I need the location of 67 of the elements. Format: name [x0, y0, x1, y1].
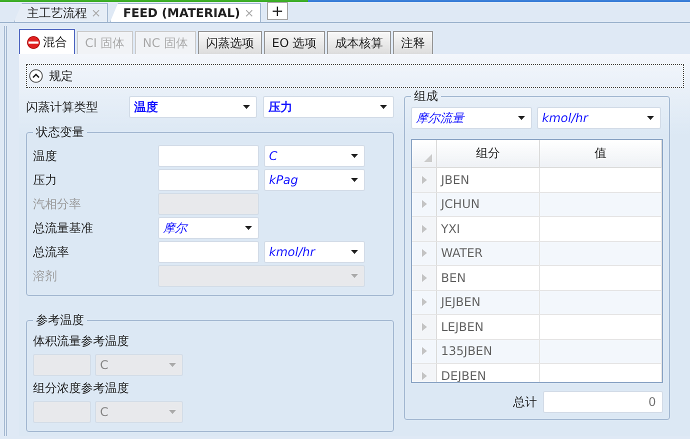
column-header: 值 [540, 140, 662, 168]
group-title: 状态变量 [35, 124, 85, 141]
input-field[interactable] [158, 241, 259, 263]
caret-icon [169, 363, 176, 367]
caret-icon [518, 116, 525, 120]
table-cell[interactable] [540, 242, 662, 266]
table-cell[interactable] [540, 340, 662, 364]
table-cell: DEJBEN [437, 364, 540, 382]
dropdown[interactable]: kPag [264, 169, 365, 191]
column-header: 组分 [437, 140, 540, 168]
dropdown[interactable]: kmol/hr [537, 107, 661, 129]
field-label: 总计 [513, 394, 537, 410]
row-arrow-icon[interactable] [422, 322, 426, 331]
add-tab-button[interactable]: + [267, 2, 288, 20]
field-label: 汽相分率 [33, 196, 82, 212]
tab[interactable]: EO 选项 [264, 31, 325, 54]
document-tab[interactable]: FEED (MATERIAL) × [110, 3, 262, 22]
row-arrow-icon[interactable] [422, 249, 426, 258]
caret-icon [245, 226, 252, 230]
group-title: 组成 [413, 88, 439, 105]
table-cell: JCHUN [437, 192, 540, 217]
caret-icon [351, 178, 358, 182]
field-label: 体积流量参考温度 [33, 333, 130, 350]
document-tab[interactable]: 主工艺流程 × [14, 3, 108, 22]
tab[interactable]: 注释 [392, 31, 433, 54]
field-label: 组分浓度参考温度 [33, 380, 130, 397]
table-cell: 135JBEN [437, 340, 540, 364]
row-arrow-icon[interactable] [422, 274, 426, 282]
caret-icon [351, 250, 358, 254]
tab[interactable]: 成本核算 [326, 31, 391, 54]
dropdown[interactable]: 温度 [128, 96, 258, 118]
dropdown[interactable]: C [264, 145, 365, 167]
field-label: 总流率 [33, 244, 70, 260]
caret-icon [243, 105, 250, 109]
row-arrow-icon[interactable] [422, 176, 426, 184]
dropdown[interactable]: 压力 [263, 96, 394, 118]
caret-icon [351, 274, 358, 278]
row-arrow-icon[interactable] [422, 347, 426, 356]
group-title: 参考温度 [35, 312, 85, 329]
field-label: 溶剂 [33, 268, 58, 284]
collapse-icon[interactable] [29, 69, 43, 83]
field-label: 温度 [33, 148, 58, 164]
input-field[interactable]: 0 [543, 391, 663, 413]
table-cell[interactable] [540, 290, 662, 315]
caret-icon [380, 105, 387, 109]
dropdown[interactable]: 摩尔 [158, 217, 259, 239]
row-arrow-icon[interactable] [422, 298, 426, 306]
row-arrow-icon[interactable] [422, 224, 426, 233]
table-cell: JEJBEN [437, 290, 540, 315]
caret-icon [351, 154, 358, 158]
tab[interactable]: 闪蒸选项 [198, 31, 262, 54]
section-title: 规定 [49, 68, 73, 84]
corner-icon [424, 154, 432, 162]
field-label: 总流量基准 [33, 220, 94, 236]
tab[interactable]: 混合 [19, 29, 75, 54]
dropdown[interactable]: kmol/hr [264, 241, 365, 263]
field-label: 闪蒸计算类型 [26, 98, 99, 116]
dropdown[interactable]: 摩尔流量 [411, 107, 532, 129]
row-arrow-icon[interactable] [422, 372, 426, 380]
table-cell: WATER [437, 242, 540, 266]
input-field[interactable] [158, 169, 259, 191]
input-field[interactable] [158, 145, 259, 167]
field-label: 压力 [33, 172, 58, 188]
row-arrow-icon[interactable] [422, 200, 426, 208]
caret-icon [647, 116, 654, 120]
caret-icon [169, 410, 176, 414]
table-cell[interactable] [540, 192, 662, 217]
